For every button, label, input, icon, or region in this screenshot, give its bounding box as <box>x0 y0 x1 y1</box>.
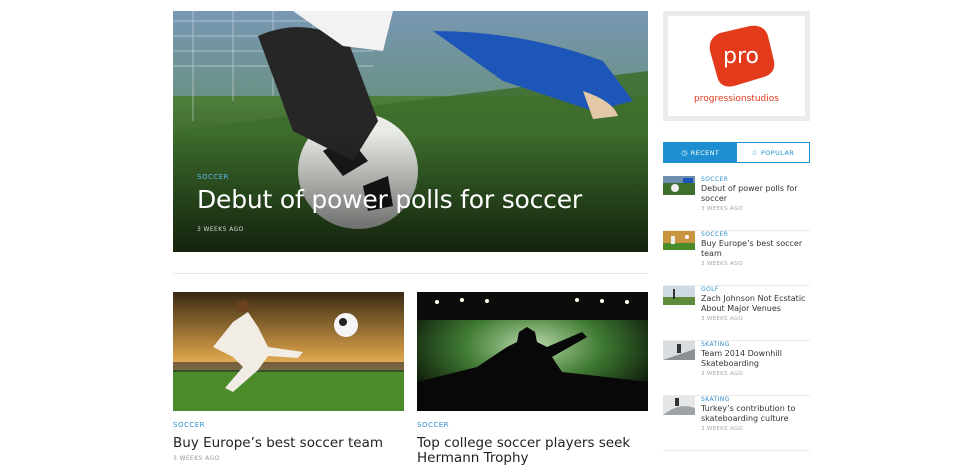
item-date: 3 WEEKS AGO <box>701 426 744 432</box>
hero-category[interactable]: SOCCER <box>197 173 229 181</box>
list-item[interactable]: SOCCER Debut of power polls for soccer 3… <box>663 176 810 231</box>
item-title[interactable]: Team 2014 Downhill Skateboarding <box>701 349 813 369</box>
item-category[interactable]: SOCCER <box>701 231 813 238</box>
list-item[interactable]: SKATING Turkey’s contribution to skatebo… <box>663 396 810 451</box>
logo-mark: pro <box>723 44 759 69</box>
item-title[interactable]: Turkey’s contribution to skateboarding c… <box>701 404 813 424</box>
sponsor-logo[interactable]: pro progressionstudios <box>663 11 810 121</box>
thumbnail[interactable] <box>663 231 695 250</box>
sidebar-tabs: ◷ RECENT ☆ POPULAR <box>663 142 810 163</box>
item-category[interactable]: SKATING <box>701 396 813 403</box>
hero-title[interactable]: Debut of power polls for soccer <box>197 185 582 214</box>
card-title[interactable]: Top college soccer players seek Hermann … <box>417 436 648 466</box>
thumbnail[interactable] <box>663 176 695 195</box>
hero-image <box>173 11 648 252</box>
list-item[interactable]: SOCCER Buy Europe’s best soccer team 3 W… <box>663 231 810 286</box>
thumbnail[interactable] <box>663 396 695 415</box>
item-category[interactable]: GOLF <box>701 286 813 293</box>
card-category[interactable]: SOCCER <box>417 421 648 429</box>
article-card[interactable]: SOCCER Top college soccer players seek H… <box>417 292 648 466</box>
clock-icon: ◷ <box>681 148 688 157</box>
logo-text: progressionstudios <box>694 94 779 104</box>
list-item[interactable]: SKATING Team 2014 Downhill Skateboarding… <box>663 341 810 396</box>
card-image[interactable] <box>173 292 404 411</box>
item-date: 3 WEEKS AGO <box>701 261 744 267</box>
item-category[interactable]: SKATING <box>701 341 813 348</box>
item-title[interactable]: Zach Johnson Not Ecstatic About Major Ve… <box>701 294 813 314</box>
item-date: 3 WEEKS AGO <box>701 371 744 377</box>
tab-recent[interactable]: ◷ RECENT <box>664 143 737 162</box>
card-title[interactable]: Buy Europe’s best soccer team <box>173 436 404 451</box>
tab-popular[interactable]: ☆ POPULAR <box>736 143 809 162</box>
card-category[interactable]: SOCCER <box>173 421 404 429</box>
tab-recent-label: RECENT <box>690 148 720 157</box>
divider <box>173 273 648 274</box>
card-image[interactable] <box>417 292 648 411</box>
item-category[interactable]: SOCCER <box>701 176 813 183</box>
page: SOCCER Debut of power polls for soccer 3… <box>0 0 980 471</box>
card-date: 3 WEEKS AGO <box>173 455 220 462</box>
item-title[interactable]: Debut of power polls for soccer <box>701 184 813 204</box>
item-title[interactable]: Buy Europe’s best soccer team <box>701 239 813 259</box>
item-date: 3 WEEKS AGO <box>701 206 744 212</box>
star-icon: ☆ <box>751 148 758 157</box>
recent-posts-list: SOCCER Debut of power polls for soccer 3… <box>663 176 810 451</box>
thumbnail[interactable] <box>663 286 695 305</box>
hero-date: 3 WEEKS AGO <box>197 226 244 233</box>
article-card[interactable]: SOCCER Buy Europe’s best soccer team 3 W… <box>173 292 404 462</box>
hero-article[interactable]: SOCCER Debut of power polls for soccer 3… <box>173 11 648 252</box>
list-item[interactable]: GOLF Zach Johnson Not Ecstatic About Maj… <box>663 286 810 341</box>
thumbnail[interactable] <box>663 341 695 360</box>
item-date: 3 WEEKS AGO <box>701 316 744 322</box>
tab-popular-label: POPULAR <box>760 148 795 157</box>
